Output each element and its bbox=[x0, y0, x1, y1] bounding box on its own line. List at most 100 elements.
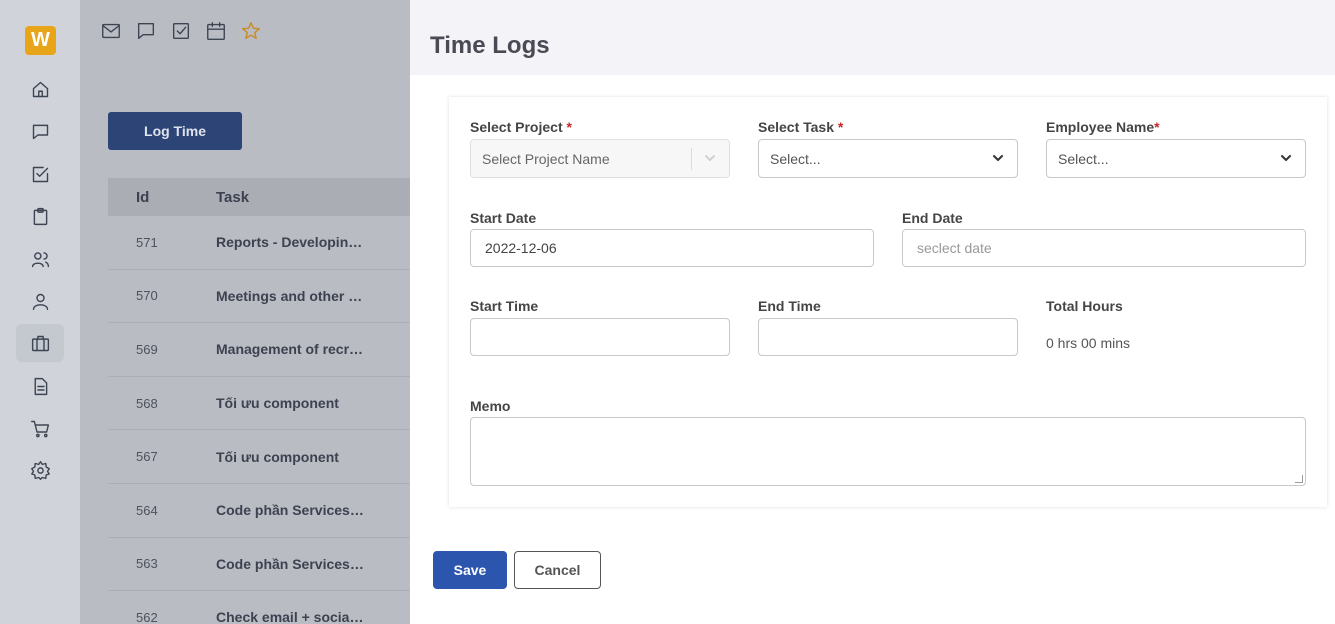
row-id: 567 bbox=[136, 449, 158, 465]
star-icon bbox=[242, 22, 260, 40]
favorites-button[interactable] bbox=[240, 20, 262, 42]
clipboard-icon bbox=[33, 207, 47, 225]
top-toolbar bbox=[100, 20, 262, 42]
required-mark: * bbox=[1154, 119, 1160, 135]
calendar-icon bbox=[207, 22, 225, 40]
resize-handle-icon[interactable] bbox=[1295, 475, 1303, 483]
tasks-button[interactable] bbox=[170, 20, 192, 42]
end-time-label: End Time bbox=[758, 298, 821, 314]
task-check-icon bbox=[172, 22, 190, 40]
table-row[interactable]: 564 Code phần Services C... bbox=[108, 484, 410, 538]
memo-label: Memo bbox=[470, 398, 511, 414]
sidebar-item-cart[interactable] bbox=[16, 409, 64, 447]
chevron-down-icon bbox=[991, 151, 1005, 165]
required-mark: * bbox=[837, 119, 844, 135]
cart-icon bbox=[30, 420, 49, 437]
save-button[interactable]: Save bbox=[433, 551, 507, 589]
row-task[interactable]: Meetings and other w... bbox=[216, 288, 366, 304]
settings-icon bbox=[30, 460, 50, 480]
table-row[interactable]: 569 Management of recru... bbox=[108, 323, 410, 377]
row-task[interactable]: Management of recru... bbox=[216, 341, 366, 357]
column-header-id[interactable]: Id bbox=[108, 189, 216, 206]
row-id: 563 bbox=[136, 556, 158, 572]
row-task[interactable]: Tối ưu component bbox=[216, 449, 366, 465]
sidebar-item-chat[interactable] bbox=[16, 112, 64, 150]
end-date-input[interactable]: seclect date bbox=[902, 229, 1306, 267]
briefcase-icon bbox=[31, 335, 49, 351]
sidebar-item-user[interactable] bbox=[16, 282, 64, 320]
required-mark: * bbox=[566, 119, 572, 135]
row-id: 569 bbox=[136, 341, 158, 357]
calendar-button[interactable] bbox=[205, 20, 227, 42]
drawer-header: Time Logs bbox=[410, 0, 1335, 75]
chevron-down-icon bbox=[703, 151, 717, 165]
project-label: Select Project * bbox=[470, 119, 572, 135]
end-date-label: End Date bbox=[902, 210, 963, 226]
chat-icon bbox=[137, 22, 155, 40]
chat-button[interactable] bbox=[135, 20, 157, 42]
table-row[interactable]: 562 Check email + social ... bbox=[108, 591, 410, 624]
drawer-title: Time Logs bbox=[430, 32, 550, 59]
project-select[interactable]: Select Project Name bbox=[470, 139, 730, 178]
task-check-icon bbox=[32, 166, 48, 182]
task-select[interactable]: Select... bbox=[758, 139, 1018, 178]
time-logs-drawer: Time Logs Select Project * Select Projec… bbox=[410, 0, 1335, 624]
employee-label-text: Employee Name bbox=[1046, 119, 1155, 135]
start-time-input[interactable] bbox=[470, 318, 730, 356]
document-icon bbox=[34, 377, 47, 395]
app-logo[interactable]: W bbox=[25, 26, 56, 55]
cancel-button[interactable]: Cancel bbox=[514, 551, 601, 589]
row-task[interactable]: Tối ưu component bbox=[216, 395, 366, 411]
total-hours-label: Total Hours bbox=[1046, 298, 1123, 314]
sidebar-item-settings[interactable] bbox=[16, 451, 64, 489]
time-log-form: Select Project * Select Project Name Sel… bbox=[449, 97, 1327, 507]
project-label-text: Select Project bbox=[470, 119, 563, 135]
sidebar-item-clipboard[interactable] bbox=[16, 197, 64, 235]
row-id: 571 bbox=[136, 234, 158, 250]
sidebar: W bbox=[0, 0, 80, 624]
select-divider bbox=[691, 148, 692, 170]
task-select-placeholder: Select... bbox=[770, 150, 821, 167]
sidebar-item-home[interactable] bbox=[16, 70, 64, 108]
row-task[interactable]: Reports - Developing ... bbox=[216, 234, 366, 250]
memo-textarea[interactable] bbox=[470, 417, 1306, 486]
row-id: 568 bbox=[136, 395, 158, 411]
main-page: Log Time Id Task 571 Reports - Developing… bbox=[80, 0, 410, 624]
log-time-button[interactable]: Log Time bbox=[108, 112, 242, 150]
sidebar-item-tasks[interactable] bbox=[16, 155, 64, 193]
table-row[interactable]: 563 Code phần Services C... bbox=[108, 538, 410, 592]
row-task[interactable]: Code phần Services C... bbox=[216, 502, 366, 518]
start-date-input[interactable]: 2022-12-06 bbox=[470, 229, 874, 267]
start-time-label: Start Time bbox=[470, 298, 539, 314]
chevron-down-icon bbox=[1279, 151, 1293, 165]
table-row[interactable]: 567 Tối ưu component bbox=[108, 430, 410, 484]
chat-icon bbox=[32, 124, 48, 139]
time-log-table: Id Task 571 Reports - Developing ... 570 M… bbox=[108, 178, 410, 624]
home-icon bbox=[32, 81, 48, 97]
table-row[interactable]: 568 Tối ưu component bbox=[108, 377, 410, 431]
sidebar-item-users[interactable] bbox=[16, 240, 64, 278]
mail-button[interactable] bbox=[100, 20, 122, 42]
column-header-task[interactable]: Task bbox=[216, 189, 249, 206]
end-time-input[interactable] bbox=[758, 318, 1018, 356]
table-row[interactable]: 570 Meetings and other w... bbox=[108, 270, 410, 324]
sidebar-item-documents[interactable] bbox=[16, 367, 64, 405]
users-icon bbox=[31, 251, 49, 267]
task-label-text: Select Task bbox=[758, 119, 835, 135]
project-select-placeholder: Select Project Name bbox=[482, 150, 610, 167]
start-date-label: Start Date bbox=[470, 210, 537, 226]
row-id: 564 bbox=[136, 502, 158, 518]
table-header: Id Task bbox=[108, 178, 410, 216]
table-row[interactable]: 571 Reports - Developing ... bbox=[108, 216, 410, 270]
row-task[interactable]: Code phần Services C... bbox=[216, 556, 366, 572]
employee-select[interactable]: Select... bbox=[1046, 139, 1306, 178]
row-task[interactable]: Check email + social ... bbox=[216, 609, 366, 624]
sidebar-item-projects[interactable] bbox=[16, 324, 64, 362]
mail-icon bbox=[102, 23, 120, 39]
employee-select-placeholder: Select... bbox=[1058, 150, 1109, 167]
total-hours-value: 0 hrs 00 mins bbox=[1046, 335, 1131, 351]
task-label: Select Task * bbox=[758, 119, 843, 135]
user-icon bbox=[32, 293, 48, 310]
row-id: 562 bbox=[136, 609, 158, 624]
logo-letter: W bbox=[31, 29, 50, 51]
